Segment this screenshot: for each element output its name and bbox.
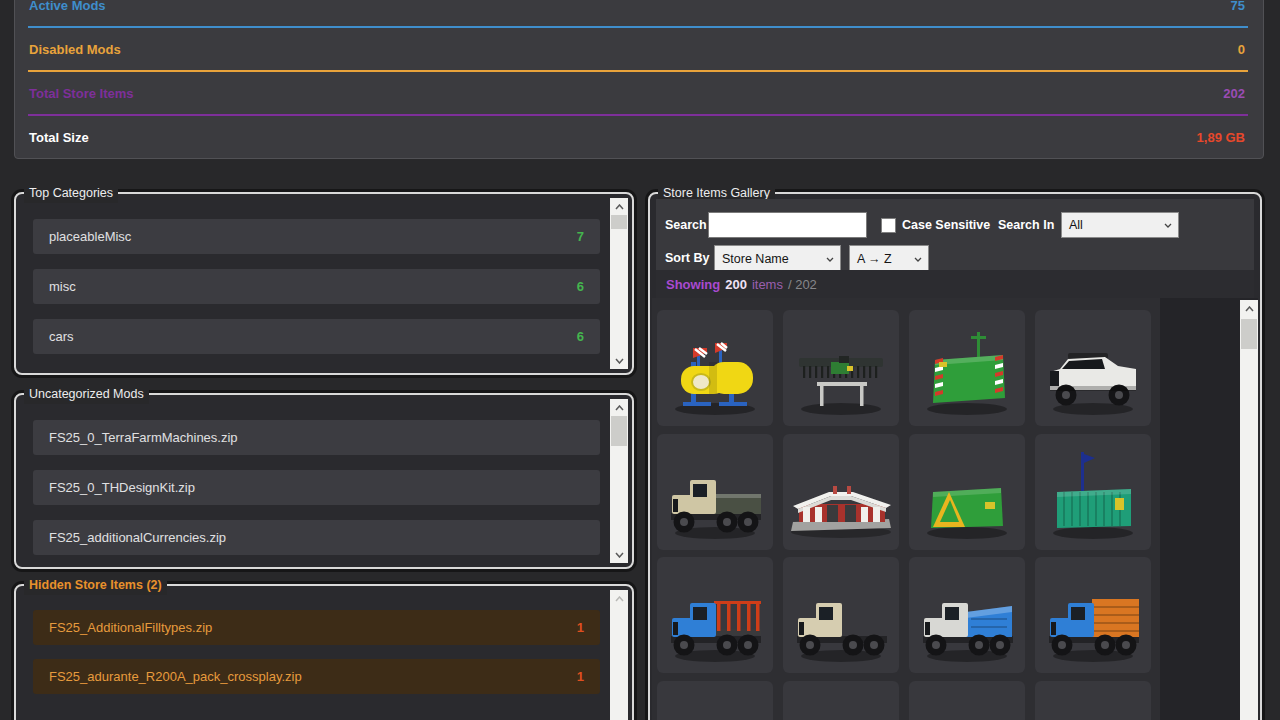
gallery-scrollbar[interactable] (1240, 300, 1258, 720)
stats-label: Total Store Items (29, 86, 134, 101)
list-item-label: FS25_additionalCurrencies.zip (49, 530, 226, 545)
hidden-store-items-legend: Hidden Store Items (2) (24, 576, 167, 595)
blue-orange-box-truck[interactable] (1035, 557, 1151, 673)
scroll-up-icon[interactable] (1240, 301, 1258, 316)
red-white-building-image (783, 434, 899, 550)
list-item-count: 1 (577, 669, 584, 684)
top-categories-group: Top Categories placeableMisc7misc6cars6 (14, 192, 634, 375)
sort-by-label: Sort By (665, 245, 709, 271)
uncategorized-mods-legend: Uncategorized Mods (24, 385, 149, 404)
list-item-label: FS25_adurante_R200A_pack_crossplay.zip (49, 669, 302, 684)
white-suv[interactable] (1035, 310, 1151, 426)
beige-truck[interactable] (783, 557, 899, 673)
blue-dump-truck[interactable] (909, 557, 1025, 673)
scrollbar-thumb[interactable] (611, 215, 627, 229)
scroll-down-icon[interactable] (610, 353, 628, 368)
list-item-label: FS25_AdditionalFilltypes.zip (49, 620, 212, 635)
beige-truck-image (783, 557, 899, 673)
list-item-count: 7 (577, 229, 584, 244)
store-item[interactable] (1035, 681, 1151, 720)
list-item-count: 1 (577, 620, 584, 635)
list-item-label: FS25_0_TerraFarmMachines.zip (49, 430, 238, 445)
list-item-count: 6 (577, 279, 584, 294)
stats-row: Total Size 1,89 GB (28, 116, 1248, 158)
list-item-label: placeableMisc (49, 229, 131, 244)
case-sensitive-label: Case Sensitive (902, 212, 990, 238)
list-item[interactable]: FS25_0_THDesignKit.zip (33, 470, 600, 505)
stats-row: Active Mods 75 (28, 0, 1248, 28)
search-in-select[interactable]: All (1061, 212, 1179, 238)
scrollbar-thumb[interactable] (1241, 319, 1257, 349)
list-item-label: cars (49, 329, 74, 344)
scroll-up-icon[interactable] (610, 400, 628, 415)
blue-dump-truck-image (909, 557, 1025, 673)
case-sensitive-checkbox[interactable] (881, 218, 896, 233)
list-item-label: misc (49, 279, 76, 294)
gallery-toolbar: Search Case Sensitive Search In All Sort… (656, 199, 1254, 270)
store-item[interactable] (783, 681, 899, 720)
search-label: Search (665, 212, 707, 238)
stats-value: 75 (1231, 0, 1245, 13)
green-container-striped[interactable] (909, 310, 1025, 426)
list-item[interactable]: FS25_AdditionalFilltypes.zip 1 (33, 610, 600, 645)
stats-value: 202 (1223, 86, 1245, 101)
search-input[interactable] (708, 212, 867, 238)
list-item[interactable]: placeableMisc 7 (33, 219, 600, 254)
scroll-up-icon[interactable] (610, 199, 628, 214)
blue-log-truck[interactable] (657, 557, 773, 673)
sort-by-select[interactable]: Store Name (714, 245, 841, 272)
store-items-gallery-group: Store Items Gallery Search Case Sensitiv… (648, 192, 1262, 720)
hidden-items-scrollbar[interactable] (610, 590, 628, 720)
stats-row: Disabled Mods 0 (28, 28, 1248, 72)
green-container-triangle[interactable] (909, 434, 1025, 550)
scrollbar-thumb[interactable] (611, 416, 627, 446)
showing-items-word: items (752, 277, 783, 292)
yellow-sprayer[interactable] (657, 310, 773, 426)
cultivator-on-stand-image (783, 310, 899, 426)
beige-flatbed-truck[interactable] (657, 434, 773, 550)
scroll-down-icon[interactable] (610, 547, 628, 562)
showing-total: / 202 (788, 277, 817, 292)
list-item[interactable]: FS25_adurante_R200A_pack_crossplay.zip 1 (33, 659, 600, 694)
teal-container[interactable] (1035, 434, 1151, 550)
stats-value: 0 (1238, 42, 1245, 57)
search-in-label: Search In (998, 212, 1054, 238)
showing-label: Showing (666, 277, 720, 292)
stats-label: Active Mods (29, 0, 106, 13)
store-item[interactable] (909, 681, 1025, 720)
hidden-store-items-group: Hidden Store Items (2) FS25_AdditionalFi… (14, 584, 634, 720)
top-categories-scrollbar[interactable] (610, 198, 628, 369)
list-item[interactable]: FS25_additionalCurrencies.zip (33, 520, 600, 555)
uncategorized-mods-group: Uncategorized Mods FS25_0_TerraFarmMachi… (14, 393, 634, 569)
beige-flatbed-truck-image (657, 434, 773, 550)
green-container-striped-image (909, 310, 1025, 426)
cultivator-on-stand[interactable] (783, 310, 899, 426)
list-item[interactable]: FS25_0_TerraFarmMachines.zip (33, 420, 600, 455)
list-item[interactable]: misc 6 (33, 269, 600, 304)
store-item[interactable] (657, 681, 773, 720)
green-container-triangle-image (909, 434, 1025, 550)
showing-status: Showing 200 items / 202 (656, 270, 1254, 298)
scroll-up-icon[interactable] (610, 591, 628, 606)
red-white-building[interactable] (783, 434, 899, 550)
sort-order-select[interactable]: A → Z (849, 245, 929, 272)
list-item-label: FS25_0_THDesignKit.zip (49, 480, 195, 495)
top-categories-legend: Top Categories (24, 184, 118, 203)
showing-count: 200 (725, 277, 747, 292)
uncategorized-scrollbar[interactable] (610, 399, 628, 563)
list-item[interactable]: cars 6 (33, 319, 600, 354)
stats-label: Total Size (29, 130, 89, 145)
stats-value: 1,89 GB (1197, 130, 1245, 145)
stats-panel: Active Mods 75 Disabled Mods 0 Total Store I… (14, 0, 1264, 159)
gallery-grid (652, 298, 1258, 720)
stats-label: Disabled Mods (29, 42, 121, 57)
white-suv-image (1035, 310, 1151, 426)
yellow-sprayer-image (657, 310, 773, 426)
blue-orange-box-truck-image (1035, 557, 1151, 673)
stats-row: Total Store Items 202 (28, 72, 1248, 116)
list-item-count: 6 (577, 329, 584, 344)
blue-log-truck-image (657, 557, 773, 673)
teal-container-image (1035, 434, 1151, 550)
